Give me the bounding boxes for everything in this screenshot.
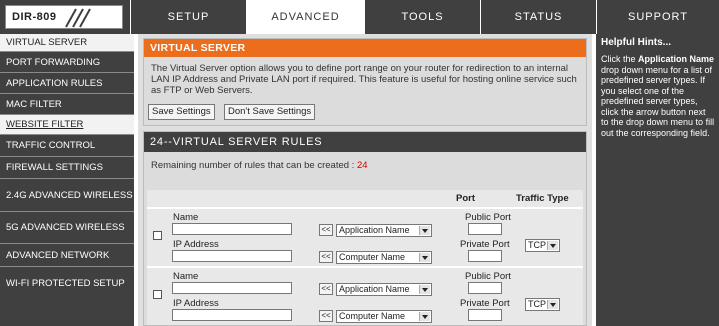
chevron-down-icon <box>419 253 430 262</box>
hints-title: Helpful Hints... <box>601 37 671 48</box>
ip-address-label: IP Address <box>173 239 219 250</box>
chevron-down-icon <box>547 300 558 309</box>
sidebar-item-mac-filter[interactable]: MAC FILTER <box>0 94 134 115</box>
panel-description: The Virtual Server option allows you to … <box>151 63 577 96</box>
traffic-type-value: TCP <box>528 299 546 309</box>
computer-name-value: Computer Name <box>339 252 406 262</box>
sidebar-item-wifi-protected-setup[interactable]: WI-FI PROTECTED SETUP <box>0 267 134 299</box>
public-port-label: Public Port <box>465 271 511 282</box>
application-name-value: Application Name <box>339 225 410 235</box>
apply-application-button[interactable]: << <box>319 283 333 295</box>
sidebar-item-firewall-settings[interactable]: FIREWALL SETTINGS <box>0 157 134 179</box>
private-port-label: Private Port <box>460 239 510 250</box>
hints-text-post: drop down menu for a list of predefined … <box>601 64 715 138</box>
sidebar-item-24g-advanced-wireless[interactable]: 2.4G ADVANCED WIRELESS <box>0 179 134 212</box>
sidebar-item-port-forwarding[interactable]: PORT FORWARDING <box>0 52 134 73</box>
col-traffic-type-header: Traffic Type <box>516 193 569 204</box>
application-name-value: Application Name <box>339 284 410 294</box>
dont-save-settings-button[interactable]: Don't Save Settings <box>224 104 316 120</box>
sidebar-item-website-filter[interactable]: WEBSITE FILTER <box>0 115 134 135</box>
main-content: VIRTUAL SERVER The Virtual Server option… <box>138 34 592 326</box>
private-port-label: Private Port <box>460 298 510 309</box>
application-name-select[interactable]: Application Name <box>336 283 432 296</box>
ip-address-input[interactable] <box>172 250 292 262</box>
traffic-type-select[interactable]: TCP <box>525 239 560 252</box>
rule-enable-checkbox[interactable] <box>153 290 162 299</box>
chevron-down-icon <box>547 241 558 250</box>
model-name: DIR-809 <box>12 11 57 23</box>
model-logo: DIR-809 <box>5 5 123 29</box>
sidebar-item-virtual-server[interactable]: VIRTUAL SERVER <box>0 34 134 52</box>
table-row: Name IP Address << Application Name << C… <box>147 209 583 266</box>
tab-support[interactable]: SUPPORT <box>596 0 719 34</box>
public-port-input[interactable] <box>468 282 502 294</box>
rules-title: 24--VIRTUAL SERVER RULES <box>144 132 586 152</box>
apply-computer-button[interactable]: << <box>319 251 333 263</box>
chevron-down-icon <box>419 226 430 235</box>
chevron-down-icon <box>419 285 430 294</box>
table-header: Port Traffic Type <box>147 190 583 207</box>
helpful-hints-panel: Helpful Hints... Click the Application N… <box>596 34 719 326</box>
traffic-type-value: TCP <box>528 240 546 250</box>
public-port-label: Public Port <box>465 212 511 223</box>
virtual-server-rules-panel: 24--VIRTUAL SERVER RULES Remaining numbe… <box>143 131 587 326</box>
private-port-input[interactable] <box>468 250 502 262</box>
traffic-type-select[interactable]: TCP <box>525 298 560 311</box>
computer-name-select[interactable]: Computer Name <box>336 251 432 264</box>
hints-text-pre: Click the <box>601 54 639 64</box>
remaining-count: 24 <box>356 160 368 171</box>
table-row: Name IP Address << Application Name << C… <box>147 268 583 325</box>
name-label: Name <box>173 212 199 223</box>
public-port-input[interactable] <box>468 223 502 235</box>
remaining-rules-text: Remaining number of rules that can be cr… <box>151 160 368 171</box>
chevron-down-icon <box>419 312 430 321</box>
sidebar: VIRTUAL SERVER PORT FORWARDING APPLICATI… <box>0 34 134 326</box>
save-settings-button[interactable]: Save Settings <box>148 104 215 120</box>
computer-name-value: Computer Name <box>339 311 406 321</box>
sidebar-item-5g-advanced-wireless[interactable]: 5G ADVANCED WIRELESS <box>0 212 134 244</box>
name-input[interactable] <box>172 223 292 235</box>
name-label: Name <box>173 271 199 282</box>
tab-advanced[interactable]: ADVANCED <box>246 0 364 34</box>
apply-application-button[interactable]: << <box>319 224 333 236</box>
hints-text-bold: Application Name <box>638 54 715 64</box>
brand-slashes-icon <box>65 8 91 28</box>
tab-setup[interactable]: SETUP <box>130 0 246 34</box>
ip-address-label: IP Address <box>173 298 219 309</box>
application-name-select[interactable]: Application Name <box>336 224 432 237</box>
computer-name-select[interactable]: Computer Name <box>336 310 432 323</box>
virtual-server-panel: VIRTUAL SERVER The Virtual Server option… <box>143 38 587 126</box>
sidebar-item-application-rules[interactable]: APPLICATION RULES <box>0 73 134 94</box>
apply-computer-button[interactable]: << <box>319 310 333 322</box>
remaining-label: Remaining number of rules that can be cr… <box>151 160 357 171</box>
top-bar: DIR-809 SETUP ADVANCED TOOLS STATUS SUPP… <box>0 0 719 34</box>
ip-address-input[interactable] <box>172 309 292 321</box>
sidebar-item-advanced-network[interactable]: ADVANCED NETWORK <box>0 244 134 267</box>
hints-text: Click the Application Name drop down men… <box>601 54 715 138</box>
rules-table: Port Traffic Type Name IP Address << App… <box>147 190 583 325</box>
panel-title: VIRTUAL SERVER <box>144 39 586 57</box>
private-port-input[interactable] <box>468 309 502 321</box>
main-tabs: SETUP ADVANCED TOOLS STATUS SUPPORT <box>130 0 719 34</box>
rule-enable-checkbox[interactable] <box>153 231 162 240</box>
sidebar-item-traffic-control[interactable]: TRAFFIC CONTROL <box>0 135 134 157</box>
tab-tools[interactable]: TOOLS <box>364 0 480 34</box>
tab-status[interactable]: STATUS <box>480 0 596 34</box>
col-port-header: Port <box>456 193 475 204</box>
name-input[interactable] <box>172 282 292 294</box>
